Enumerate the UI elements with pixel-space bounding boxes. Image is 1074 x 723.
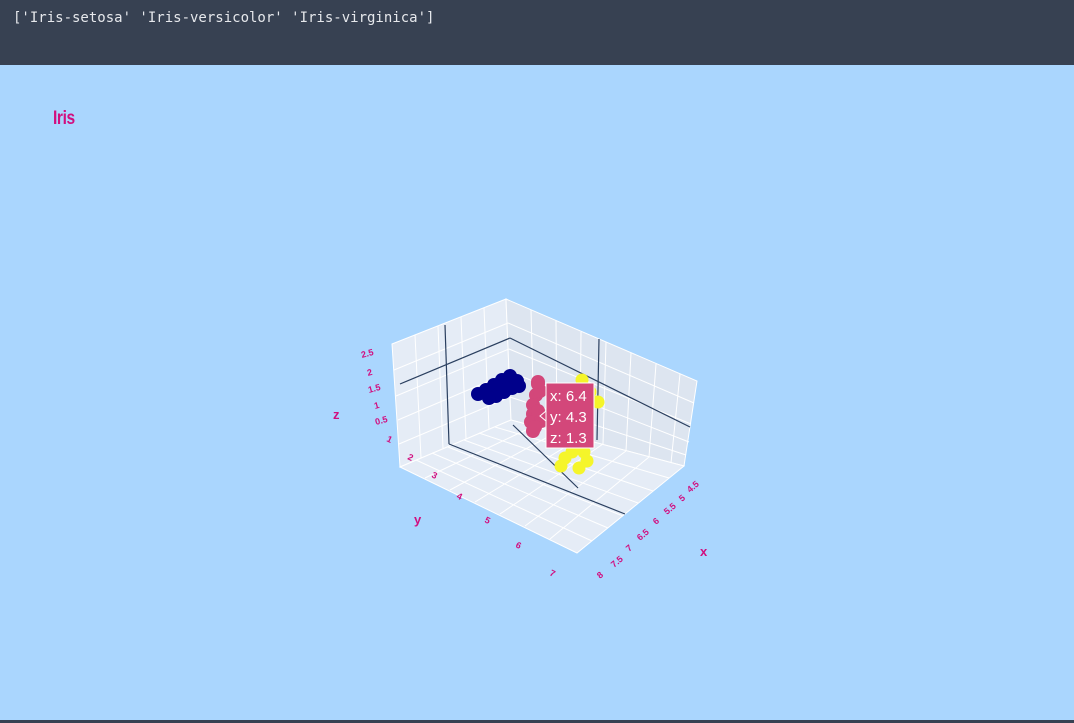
hover-x: x: 6.4 — [550, 388, 587, 405]
y-axis-title: y — [414, 512, 422, 527]
hover-tooltip: x: 6.4 y: 4.3 z: 1.3 — [539, 382, 595, 449]
z-axis-title: z — [333, 407, 340, 422]
z-tick-1.5: 1.5 — [367, 382, 382, 395]
x-axis-title: x — [700, 544, 708, 559]
cell-output-bar: ['Iris-setosa' 'Iris-versicolor' 'Iris-v… — [0, 0, 1074, 65]
x-tick-5: 5 — [677, 493, 687, 504]
point-versicolor-10[interactable] — [528, 420, 542, 434]
x-tick-8: 8 — [595, 570, 605, 581]
x-tick-6: 6 — [651, 516, 661, 527]
point-virginica-7[interactable] — [558, 451, 572, 465]
z-tick-2: 2 — [366, 367, 373, 378]
z-tick-0.5: 0.5 — [374, 414, 389, 427]
y-tick-5: 5 — [483, 515, 492, 526]
hover-y: y: 4.3 — [550, 409, 587, 426]
y-tick-7: 7 — [548, 568, 557, 579]
z-tick-1: 1 — [373, 400, 380, 411]
x-tick-7.5: 7.5 — [609, 554, 625, 570]
z-axis-ticks: 2.5 2 1.5 1 0.5 z — [333, 347, 389, 427]
x-tick-6.5: 6.5 — [635, 527, 651, 543]
x-tick-7: 7 — [624, 543, 634, 554]
point-setosa-11[interactable] — [500, 382, 514, 396]
point-setosa-9[interactable] — [482, 391, 496, 405]
point-setosa-12[interactable] — [512, 379, 526, 393]
y-tick-1: 1 — [385, 434, 394, 445]
cell-output-text: ['Iris-setosa' 'Iris-versicolor' 'Iris-v… — [13, 10, 435, 26]
point-versicolor-9[interactable] — [531, 375, 545, 389]
z-tick-2.5: 2.5 — [360, 347, 375, 360]
x-tick-5.5: 5.5 — [662, 501, 678, 517]
point-virginica-5[interactable] — [572, 461, 586, 475]
hover-z: z: 1.3 — [550, 430, 587, 447]
y-tick-6: 6 — [514, 540, 523, 551]
scatter3d-plot[interactable]: x: 6.4 y: 4.3 z: 1.3 2.5 2 1.5 1 0.5 z 1… — [0, 65, 1074, 721]
x-tick-4.5: 4.5 — [685, 479, 701, 495]
